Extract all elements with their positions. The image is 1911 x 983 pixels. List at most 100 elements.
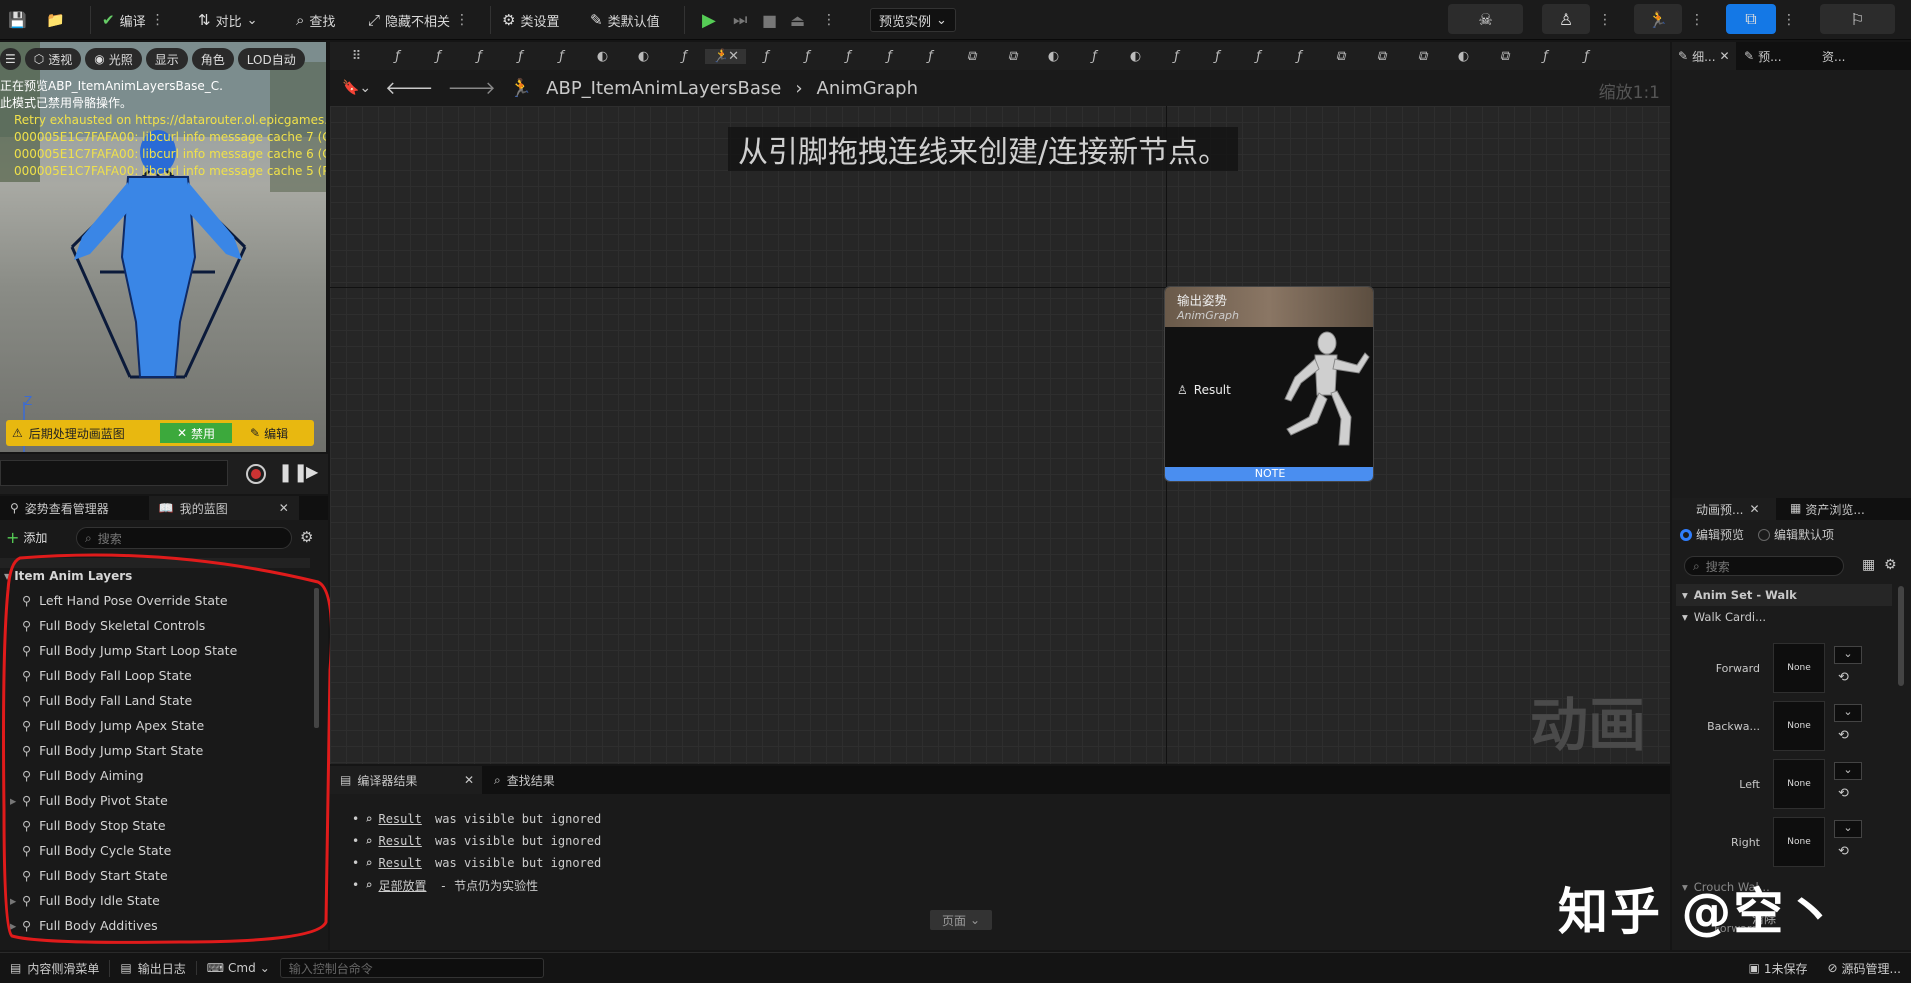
- find-button[interactable]: ⌕ 查找: [296, 6, 335, 34]
- graph-icon[interactable]: ⧉: [1402, 49, 1443, 64]
- state-machine-icon[interactable]: ◐: [1033, 49, 1074, 64]
- console-command-input[interactable]: 输入控制台命令: [279, 958, 544, 978]
- tab-pose-manager[interactable]: ⚲ 姿势查看管理器: [0, 496, 119, 520]
- function-icon[interactable]: ƒ: [459, 49, 500, 64]
- function-icon[interactable]: ƒ: [664, 49, 705, 64]
- tab-compiler-results[interactable]: ▤ 编译器结果 ✕: [330, 766, 482, 794]
- use-selected-icon[interactable]: ⟲: [1838, 786, 1849, 801]
- compiler-message-link[interactable]: 足部放置: [378, 877, 426, 894]
- class-settings-button[interactable]: ⚙ 类设置: [502, 6, 559, 34]
- asset-thumbnail[interactable]: None: [1773, 701, 1825, 751]
- tab-find-results[interactable]: ⌕ 查找结果: [482, 766, 555, 794]
- hide-unrelated-button[interactable]: ⤢ 隐藏不相关 ⋮: [368, 6, 469, 34]
- step-forward-button[interactable]: ▶: [306, 462, 318, 481]
- lod-button[interactable]: LOD自动: [237, 48, 305, 70]
- show-button[interactable]: 显示: [145, 48, 188, 70]
- asset-dropdown-button[interactable]: ⌄: [1834, 646, 1862, 664]
- state-machine-icon[interactable]: ◐: [582, 49, 623, 64]
- back-arrow-icon[interactable]: 🡐: [385, 78, 433, 99]
- function-icon[interactable]: ƒ: [1156, 49, 1197, 64]
- function-icon[interactable]: ƒ: [1074, 49, 1115, 64]
- mesh-options-button[interactable]: ⋮: [1598, 6, 1612, 34]
- preview-instance-dropdown[interactable]: 预览实例 ⌄: [870, 8, 956, 32]
- breadcrumb-graph[interactable]: AnimGraph: [817, 78, 918, 99]
- section-anim-set-walk[interactable]: ▾ Anim Set - Walk: [1676, 584, 1892, 606]
- skeleton-mode-button[interactable]: ☠: [1448, 4, 1523, 34]
- graph-icon[interactable]: ⧉: [1361, 49, 1402, 64]
- graph-icon[interactable]: ⧉: [1484, 49, 1525, 64]
- record-button[interactable]: [246, 464, 266, 484]
- close-tab-icon[interactable]: ✕: [279, 501, 289, 515]
- tab-my-blueprint[interactable]: 📖 我的蓝图 ✕: [148, 496, 299, 520]
- pause-button[interactable]: ❚❚: [278, 462, 308, 483]
- bookmark-icon[interactable]: 🔖⌄: [342, 80, 371, 96]
- blueprint-mode-button[interactable]: ⧉: [1726, 4, 1776, 34]
- compiler-message-link[interactable]: Result: [378, 834, 421, 848]
- asset-dropdown-button[interactable]: ⌄: [1834, 820, 1862, 838]
- asset-dropdown-button[interactable]: ⌄: [1834, 704, 1862, 722]
- function-icon[interactable]: ƒ: [418, 49, 459, 64]
- use-selected-icon[interactable]: ⟲: [1838, 844, 1849, 859]
- subsection-walk-cardinals[interactable]: ▾ Walk Cardi...: [1676, 610, 1766, 624]
- table-view-icon[interactable]: ▦: [1862, 557, 1875, 573]
- function-icon[interactable]: ƒ: [869, 49, 910, 64]
- stop-button[interactable]: ■: [762, 6, 777, 34]
- function-icon[interactable]: ƒ: [828, 49, 869, 64]
- tab-anim-preview[interactable]: 动画预... ✕: [1672, 498, 1776, 520]
- save-icon[interactable]: 💾: [8, 6, 27, 34]
- edit-preview-radio[interactable]: 编辑预览: [1680, 526, 1744, 543]
- settings-gear-icon[interactable]: ⚙: [300, 528, 313, 546]
- viewport-menu-button[interactable]: ☰: [0, 48, 21, 70]
- function-icon[interactable]: ƒ: [1238, 49, 1279, 64]
- function-icon[interactable]: ƒ: [1197, 49, 1238, 64]
- graph-icon[interactable]: ⧉: [1320, 49, 1361, 64]
- diff-button[interactable]: ⇅ 对比 ⌄: [198, 6, 258, 34]
- eject-button[interactable]: ⏏: [790, 6, 805, 34]
- function-icon[interactable]: ƒ: [787, 49, 828, 64]
- output-log-button[interactable]: ▤ 输出日志: [109, 959, 195, 977]
- asset-thumbnail[interactable]: None: [1773, 759, 1825, 809]
- asset-dropdown-button[interactable]: ⌄: [1834, 762, 1862, 780]
- preview-viewport[interactable]: ☰ ⬡ 透视 ◉ 光照 显示 角色 LOD自动 正在预览ABP_ItemAnimLa…: [0, 42, 326, 452]
- asset-thumbnail[interactable]: None: [1773, 817, 1825, 867]
- unsaved-indicator[interactable]: ▣ 1未保存: [1739, 960, 1818, 977]
- tab-assets[interactable]: 资...: [1812, 48, 1845, 65]
- state-machine-icon[interactable]: ◐: [623, 49, 664, 64]
- function-icon[interactable]: ƒ: [1525, 49, 1566, 64]
- function-icon[interactable]: ƒ: [377, 49, 418, 64]
- cmd-dropdown[interactable]: ⌨ Cmd ⌄: [195, 961, 280, 975]
- anim-graph-tab-icon[interactable]: 🏃✕: [705, 48, 746, 64]
- close-tab-icon[interactable]: ✕: [1720, 49, 1730, 63]
- function-icon[interactable]: ƒ: [500, 49, 541, 64]
- use-selected-icon[interactable]: ⟲: [1838, 670, 1849, 685]
- blueprint-options-button[interactable]: ⋮: [1782, 6, 1796, 34]
- graph-icon[interactable]: ⧉: [951, 49, 992, 64]
- character-button[interactable]: 角色: [191, 48, 234, 70]
- output-pose-node[interactable]: 输出姿势 AnimGraph ♙ Result NOTE: [1164, 286, 1374, 482]
- gear-icon[interactable]: ⚙: [1884, 557, 1897, 573]
- tab-asset-browser[interactable]: ▦ 资产浏览...: [1776, 501, 1865, 518]
- function-icon[interactable]: ƒ: [1279, 49, 1320, 64]
- timeline-scrubber[interactable]: [0, 460, 228, 486]
- physics-mode-button[interactable]: ⚐: [1820, 4, 1895, 34]
- play-button[interactable]: ▶: [702, 6, 716, 34]
- function-icon[interactable]: ƒ: [1566, 49, 1607, 64]
- blueprint-search-input[interactable]: ⌕ 搜索: [76, 527, 292, 549]
- edit-button[interactable]: ✎ 编辑: [250, 423, 288, 443]
- result-pin[interactable]: ♙ Result: [1177, 383, 1231, 397]
- compiler-message-link[interactable]: Result: [378, 856, 421, 870]
- page-dropdown[interactable]: 页面 ⌄: [930, 910, 993, 930]
- tab-menu-icon[interactable]: ⠿: [336, 49, 377, 64]
- function-icon[interactable]: ƒ: [910, 49, 951, 64]
- close-tab-icon[interactable]: ✕: [464, 773, 474, 787]
- browse-icon[interactable]: 📁: [46, 6, 65, 34]
- forward-arrow-icon[interactable]: 🡒: [447, 78, 495, 99]
- play-options-button[interactable]: ⋮: [822, 6, 836, 34]
- state-machine-icon[interactable]: ◐: [1443, 49, 1484, 64]
- edit-defaults-radio[interactable]: 编辑默认项: [1758, 526, 1834, 543]
- breadcrumb-blueprint[interactable]: ABP_ItemAnimLayersBase: [546, 78, 781, 99]
- tab-details[interactable]: ✎ 细... ✕: [1672, 42, 1736, 70]
- add-button[interactable]: + 添加: [6, 528, 47, 547]
- close-tab-icon[interactable]: ✕: [1749, 502, 1759, 516]
- perspective-button[interactable]: ⬡ 透视: [24, 48, 82, 70]
